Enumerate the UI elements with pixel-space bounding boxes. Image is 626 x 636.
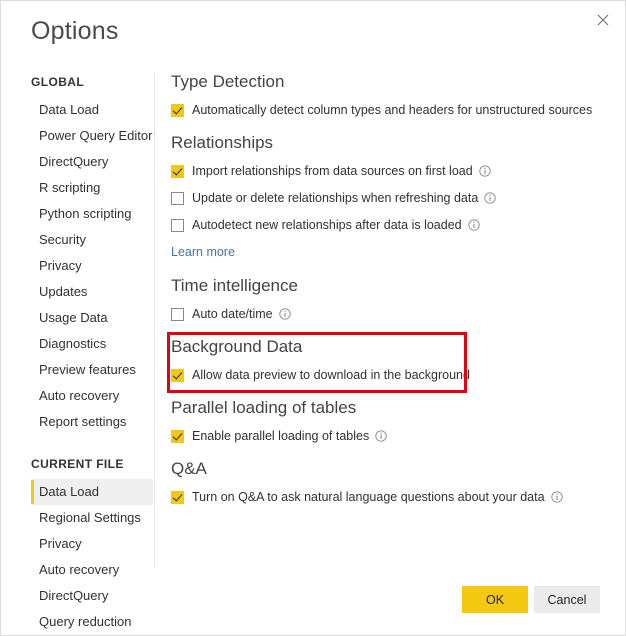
settings-section-q-a: Q&A Turn on Q&A to ask natural language q… <box>171 460 601 505</box>
sidebar-item-report-settings[interactable]: Report settings <box>31 409 153 435</box>
settings-section-relationships: Relationships Import relationships from d… <box>171 134 601 261</box>
checkbox-turn-on-q-a-to[interactable] <box>171 490 184 504</box>
option-label: Automatically detect column types and he… <box>192 102 593 117</box>
sidebar-item-updates[interactable]: Updates <box>31 279 153 305</box>
sidebar-item-power-query-editor[interactable]: Power Query Editor <box>31 123 153 149</box>
sidebar-item-privacy[interactable]: Privacy <box>31 531 153 557</box>
sidebar-item-auto-recovery[interactable]: Auto recovery <box>31 383 153 409</box>
sidebar-item-regional-settings[interactable]: Regional Settings <box>31 505 153 531</box>
settings-section-time-intelligence: Time intelligence Auto date/time <box>171 277 601 322</box>
close-icon <box>597 14 609 26</box>
section-heading: Time intelligence <box>171 276 298 295</box>
option-label: Autodetect new relationships after data … <box>192 217 462 232</box>
option-row-update-or-delete-relationships-when: Update or delete relationships when refr… <box>171 190 601 206</box>
checkbox-import-relationships-from-data-sources[interactable] <box>171 164 184 178</box>
option-label: Enable parallel loading of tables <box>192 428 370 443</box>
sidebar-item-r-scripting[interactable]: R scripting <box>31 175 153 201</box>
settings-panel: Type Detection Automatically detect colum… <box>171 73 601 505</box>
page-title: Options <box>31 17 119 45</box>
learn-more-link[interactable]: Learn more <box>171 246 235 259</box>
checkbox-allow-data-preview-to-download[interactable] <box>171 368 184 382</box>
checkbox-automatically-detect-column-types-and[interactable] <box>171 103 184 117</box>
panel-divider <box>154 73 155 568</box>
option-row-automatically-detect-column-types-and: Automatically detect column types and he… <box>171 102 601 118</box>
option-row-auto-date-time: Auto date/time <box>171 306 601 322</box>
option-label: Update or delete relationships when refr… <box>192 190 479 205</box>
info-icon[interactable] <box>467 219 480 231</box>
options-dialog: Options GLOBAL Data Load Power Query Edito… <box>0 0 626 636</box>
option-row-turn-on-q-a-to: Turn on Q&A to ask natural language ques… <box>171 489 601 505</box>
sidebar-item-security[interactable]: Security <box>31 227 153 253</box>
checkbox-update-or-delete-relationships-when[interactable] <box>171 191 184 205</box>
checkbox-autodetect-new-relationships-after-data[interactable] <box>171 218 184 232</box>
sidebar-item-data-load[interactable]: Data Load <box>31 97 153 123</box>
checkbox-auto-date-time[interactable] <box>171 307 184 321</box>
sidebar-item-privacy[interactable]: Privacy <box>31 253 153 279</box>
section-heading: Parallel loading of tables <box>171 398 357 417</box>
dialog-titlebar: Options <box>1 1 625 59</box>
option-label: Auto date/time <box>192 306 273 321</box>
settings-section-background-data: Background Data Allow data preview to dow… <box>171 338 601 383</box>
info-icon[interactable] <box>479 165 491 177</box>
option-row-import-relationships-from-data-sources: Import relationships from data sources o… <box>171 163 601 179</box>
settings-section-type-detection: Type Detection Automatically detect colum… <box>171 73 601 118</box>
section-heading: Q&A <box>171 459 207 478</box>
settings-section-parallel-loading-of-tables: Parallel loading of tables Enable paralle… <box>171 399 601 444</box>
sidebar-group-list: Data Load Power Query Editor DirectQuery R … <box>1 97 154 435</box>
sidebar-group-header: CURRENT FILE <box>31 457 124 471</box>
section-heading: Relationships <box>171 133 274 152</box>
sidebar-item-directquery[interactable]: DirectQuery <box>31 149 153 175</box>
option-label: Turn on Q&A to ask natural language ques… <box>192 489 545 504</box>
dialog-footer: OK Cancel <box>1 577 625 635</box>
sidebar-nav: GLOBAL Data Load Power Query Editor DirectQ… <box>1 73 154 635</box>
option-row-enable-parallel-loading-of-tables: Enable parallel loading of tables <box>171 428 601 444</box>
sidebar-item-data-load[interactable]: Data Load <box>31 479 153 505</box>
option-label: Import relationships from data sources o… <box>192 163 473 178</box>
sidebar-item-python-scripting[interactable]: Python scripting <box>31 201 153 227</box>
section-heading: Background Data <box>171 337 303 356</box>
sidebar-item-preview-features[interactable]: Preview features <box>31 357 153 383</box>
info-icon[interactable] <box>278 308 291 320</box>
option-label: Allow data preview to download in the ba… <box>192 367 470 382</box>
close-button[interactable] <box>583 3 623 37</box>
info-icon[interactable] <box>375 430 387 442</box>
checkbox-enable-parallel-loading-of-tables[interactable] <box>171 429 184 443</box>
info-icon[interactable] <box>550 491 563 503</box>
info-icon[interactable] <box>484 192 496 204</box>
sidebar-item-diagnostics[interactable]: Diagnostics <box>31 331 153 357</box>
sidebar-group-header: GLOBAL <box>31 75 85 89</box>
footer-separator <box>1 577 625 578</box>
cancel-button[interactable]: Cancel <box>534 586 600 613</box>
option-row-autodetect-new-relationships-after-data: Autodetect new relationships after data … <box>171 217 601 233</box>
ok-button[interactable]: OK <box>462 586 528 613</box>
section-heading: Type Detection <box>171 72 285 91</box>
sidebar-item-usage-data[interactable]: Usage Data <box>31 305 153 331</box>
option-row-allow-data-preview-to-download: Allow data preview to download in the ba… <box>171 367 601 383</box>
